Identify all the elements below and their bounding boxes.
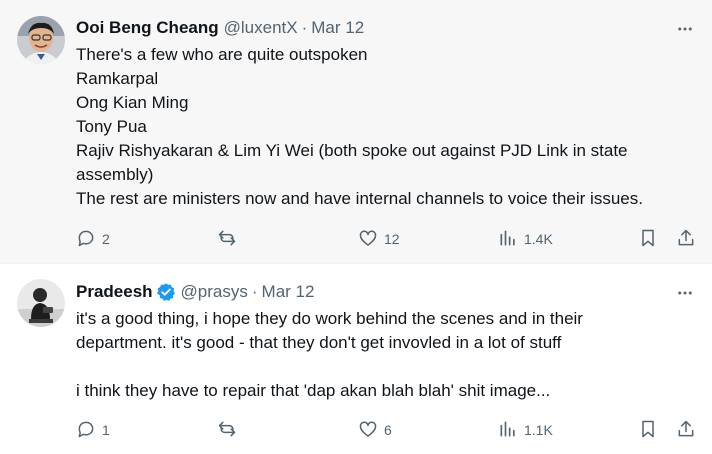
views-icon — [498, 228, 518, 251]
share-button[interactable] — [676, 418, 696, 442]
tweet-text-line — [76, 355, 698, 379]
share-icon — [676, 419, 696, 442]
tweet-text-line: i think they have to repair that 'dap ak… — [76, 381, 551, 400]
tweet-text-line: The rest are ministers now and have inte… — [76, 189, 643, 208]
reply-button[interactable]: 1 — [76, 418, 110, 442]
avatar[interactable] — [17, 16, 65, 64]
tweet-date[interactable]: Mar 12 — [311, 18, 364, 38]
tweet-text-line: Ramkarpal — [76, 69, 159, 88]
views-button[interactable]: 1.1K — [498, 418, 553, 442]
views-count: 1.1K — [524, 422, 553, 438]
reply-count: 2 — [102, 231, 110, 247]
repost-button[interactable] — [217, 418, 243, 442]
tweet-date[interactable]: Mar 12 — [262, 282, 315, 302]
reply-icon — [76, 228, 96, 251]
repost-icon — [217, 419, 237, 442]
tweet-text-line: There's a few who are quite outspoken — [76, 45, 368, 64]
verified-badge-icon — [156, 282, 176, 302]
tweet-text-line: it's a good thing, i hope they do work b… — [76, 309, 583, 328]
bookmark-icon — [638, 419, 658, 442]
tweet-text-line: Tony Pua — [76, 117, 147, 136]
share-button[interactable] — [676, 227, 696, 251]
reply-button[interactable]: 2 — [76, 227, 110, 251]
author-name[interactable]: Pradeesh — [76, 282, 153, 302]
more-icon[interactable] — [674, 18, 696, 40]
tweet-text-line: assembly) — [76, 165, 154, 184]
tweet-1-header: Ooi Beng Cheang @luxentX · Mar 12 — [76, 16, 364, 40]
avatar[interactable] — [17, 279, 65, 327]
tweet-2-actions: 1 6 1.1K — [76, 418, 700, 442]
like-button[interactable]: 6 — [358, 418, 392, 442]
author-handle[interactable]: @prasys — [181, 282, 248, 302]
tweet-2-header: Pradeesh @prasys · Mar 12 — [76, 280, 314, 304]
bookmark-button[interactable] — [638, 418, 658, 442]
views-count: 1.4K — [524, 231, 553, 247]
author-handle[interactable]: @luxentX — [224, 18, 298, 38]
like-count: 6 — [384, 422, 392, 438]
tweet-text-line: Ong Kian Ming — [76, 93, 189, 112]
like-count: 12 — [384, 231, 400, 247]
tweet-2-text: it's a good thing, i hope they do work b… — [76, 307, 698, 403]
like-button[interactable]: 12 — [358, 227, 400, 251]
tweet-text-line: Rajiv Rishyakaran & Lim Yi Wei (both spo… — [76, 141, 628, 160]
author-name[interactable]: Ooi Beng Cheang — [76, 18, 219, 38]
share-icon — [676, 228, 696, 251]
views-icon — [498, 419, 518, 442]
separator-dot: · — [301, 18, 308, 37]
bookmark-icon — [638, 228, 658, 251]
reply-icon — [76, 419, 96, 442]
separator-dot: · — [251, 282, 258, 301]
tweet-text-line: department. it's good - that they don't … — [76, 333, 562, 352]
repost-icon — [217, 228, 237, 251]
reply-count: 1 — [102, 422, 110, 438]
like-icon — [358, 228, 378, 251]
bookmark-button[interactable] — [638, 227, 658, 251]
like-icon — [358, 419, 378, 442]
views-button[interactable]: 1.4K — [498, 227, 553, 251]
repost-button[interactable] — [217, 227, 243, 251]
tweet-1-actions: 2 12 1.4K — [76, 227, 700, 251]
tweet-1-text: There's a few who are quite outspoken Ra… — [76, 43, 698, 211]
more-icon[interactable] — [674, 282, 696, 304]
